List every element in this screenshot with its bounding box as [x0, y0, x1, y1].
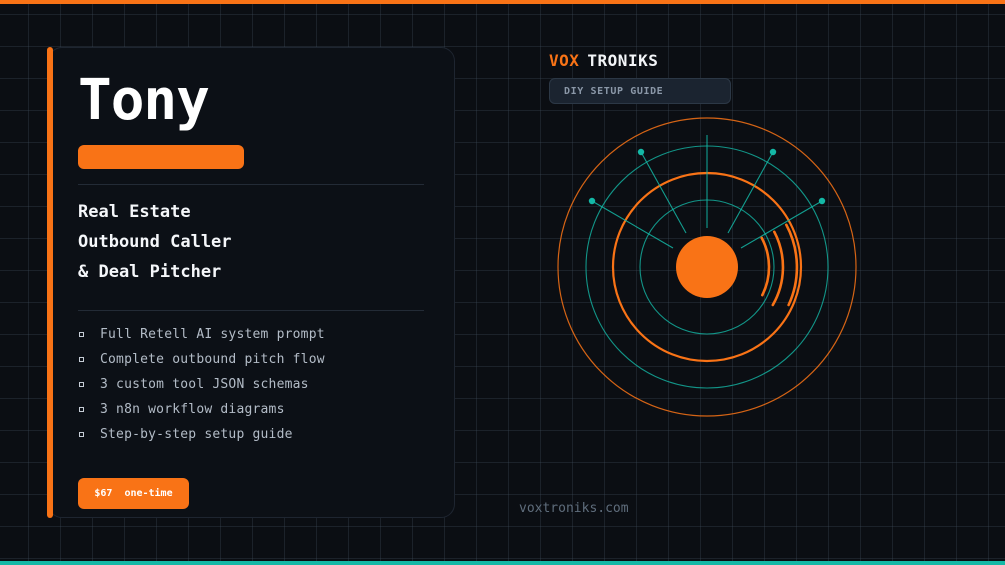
- subtitle-line: Outbound Caller: [78, 232, 232, 252]
- website-url[interactable]: voxtroniks.com: [519, 501, 629, 516]
- guide-chip-label: DIY SETUP GUIDE: [564, 85, 664, 97]
- top-accent-bar: [0, 0, 1005, 4]
- radar-core: [676, 236, 738, 298]
- square-bullet-icon: [79, 432, 84, 437]
- feature-text: Complete outbound pitch flow: [100, 352, 325, 367]
- square-bullet-icon: [79, 407, 84, 412]
- radar-spoke: [727, 151, 774, 234]
- feature-text: Step-by-step setup guide: [100, 427, 293, 442]
- radar-spoke: [640, 151, 687, 234]
- radar-node: [769, 148, 777, 156]
- guide-chip: DIY SETUP GUIDE: [549, 78, 731, 104]
- radar-node: [818, 197, 826, 205]
- product-title: Tony: [78, 68, 210, 133]
- product-subtitle: Real Estate Outbound Caller & Deal Pitch…: [78, 197, 232, 287]
- feature-text: 3 n8n workflow diagrams: [100, 402, 285, 417]
- subtitle-line: & Deal Pitcher: [78, 262, 222, 282]
- square-bullet-icon: [79, 332, 84, 337]
- feature-list: Full Retell AI system prompt Complete ou…: [78, 322, 325, 447]
- brand-name-part2: TRONIKS: [587, 51, 659, 70]
- bottom-accent-bar: [0, 561, 1005, 565]
- feature-item: Step-by-step setup guide: [78, 422, 325, 447]
- brand-name-part1: VOX: [549, 51, 580, 70]
- title-underline-bar: [78, 145, 244, 169]
- sound-wave-arc: [760, 236, 771, 297]
- brand-logo: VOX TRONIKS: [549, 51, 658, 70]
- feature-item: Full Retell AI system prompt: [78, 322, 325, 347]
- divider-top: [78, 184, 424, 185]
- feature-text: 3 custom tool JSON schemas: [100, 377, 309, 392]
- feature-item: 3 custom tool JSON schemas: [78, 372, 325, 397]
- price-term: one-time: [124, 488, 173, 499]
- square-bullet-icon: [79, 357, 84, 362]
- voice-radar-icon: [557, 117, 857, 417]
- card-accent-stripe: [47, 47, 53, 518]
- subtitle-line: Real Estate: [78, 202, 191, 222]
- feature-item: 3 n8n workflow diagrams: [78, 397, 325, 422]
- feature-text: Full Retell AI system prompt: [100, 327, 325, 342]
- divider-bottom: [78, 310, 424, 311]
- square-bullet-icon: [79, 382, 84, 387]
- radar-node: [588, 197, 596, 205]
- radar-node: [637, 148, 645, 156]
- price-badge[interactable]: $67 one-time: [78, 478, 189, 509]
- feature-item: Complete outbound pitch flow: [78, 347, 325, 372]
- price-amount: $67: [94, 488, 113, 499]
